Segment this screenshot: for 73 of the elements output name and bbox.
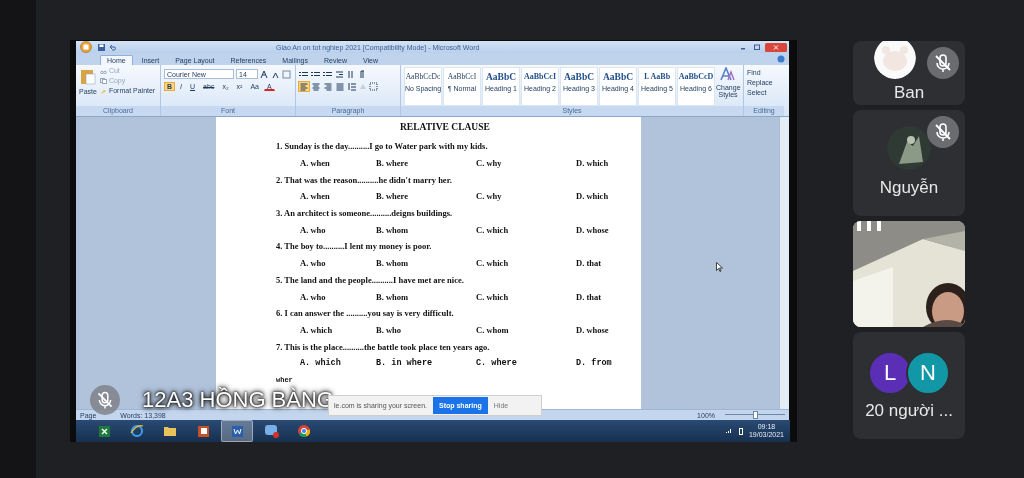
question-text: 1. Sunday is the day..........I go to Water park with my kids. bbox=[276, 140, 489, 154]
answer-option: B. where bbox=[376, 191, 476, 202]
answer-option: B. who bbox=[376, 324, 476, 335]
answer-option: D. that bbox=[576, 258, 636, 269]
list-icon[interactable] bbox=[299, 70, 309, 79]
mic-off-icon[interactable] bbox=[927, 47, 959, 79]
answer-option: B. where bbox=[376, 158, 476, 169]
answer-option: B. whom bbox=[376, 224, 476, 235]
answer-option: D. whose bbox=[576, 224, 636, 235]
answer-option: D. which bbox=[576, 158, 636, 169]
answer-option: A. who bbox=[300, 258, 376, 269]
participant-count: 20 người ... bbox=[865, 400, 953, 421]
avatar-icon bbox=[874, 41, 916, 79]
answer-option: C. whom bbox=[476, 324, 576, 335]
answer-option: A. who bbox=[300, 224, 376, 235]
presenter-name: 12A3 HỒNG BÀNG bbox=[142, 387, 334, 413]
grow-font-icon[interactable] bbox=[260, 69, 269, 79]
scrollbar[interactable] bbox=[779, 117, 789, 409]
save-icon[interactable] bbox=[98, 43, 105, 51]
answer-option: C. where bbox=[476, 358, 576, 369]
presentation-icon[interactable] bbox=[196, 424, 210, 438]
question-text: 4. The boy to..........I lent my money is poor. bbox=[276, 240, 433, 254]
answer-option: A. which bbox=[300, 324, 376, 335]
maximize-icon[interactable] bbox=[751, 42, 763, 52]
list-icon[interactable] bbox=[323, 70, 333, 79]
battery-icon[interactable] bbox=[738, 427, 743, 435]
answer-option: B. whom bbox=[376, 258, 476, 269]
answer-option: C. which bbox=[476, 291, 576, 302]
network-icon[interactable] bbox=[724, 428, 733, 434]
answer-option: A. when bbox=[300, 158, 376, 169]
question-text: 6. I can answer the ..........you say is very difficult. bbox=[276, 307, 455, 321]
borders-icon[interactable] bbox=[369, 82, 378, 91]
list-icon[interactable] bbox=[311, 70, 321, 79]
folder-icon[interactable] bbox=[163, 425, 177, 437]
question-text: 2. That was the reason..........he didn't marry her. bbox=[276, 173, 453, 187]
answer-option: B. in where bbox=[376, 358, 476, 369]
participant-tile[interactable]: L N 20 người ... bbox=[853, 332, 965, 439]
answer-option: A. who bbox=[300, 291, 376, 302]
answer-option: C. which bbox=[476, 224, 576, 235]
answer-option: D. which bbox=[576, 191, 636, 202]
answer-option: D. that bbox=[576, 291, 636, 302]
mic-off-icon[interactable] bbox=[927, 116, 959, 148]
change-styles-icon[interactable] bbox=[720, 67, 736, 81]
indent-icon[interactable] bbox=[335, 70, 344, 79]
avatar-initial: N bbox=[906, 350, 950, 395]
close-icon[interactable] bbox=[765, 42, 787, 52]
document-heading: RELATIVE CLAUSE bbox=[399, 122, 491, 134]
answer-option: C. which bbox=[476, 258, 576, 269]
line-spacing-icon[interactable] bbox=[347, 82, 356, 91]
question-text: 7. This is the place..........the battle took place ten years ago. bbox=[276, 340, 491, 354]
office-button-icon[interactable] bbox=[80, 41, 92, 53]
answer-option: B. whom bbox=[376, 291, 476, 302]
chrome-icon[interactable] bbox=[297, 424, 311, 438]
answer-option: A. when bbox=[300, 191, 376, 202]
help-icon[interactable] bbox=[777, 55, 785, 63]
spreadsheet-icon[interactable] bbox=[97, 424, 111, 438]
chat-icon[interactable] bbox=[263, 424, 279, 438]
participant-name: Nguyễn bbox=[879, 178, 939, 198]
participant-tile[interactable]: Nguyễn bbox=[853, 110, 965, 216]
document-icon[interactable] bbox=[230, 424, 244, 438]
answer-option: D. from bbox=[576, 358, 636, 369]
answer-option: C. why bbox=[476, 158, 576, 169]
question-text: 3. An architect is someone..........deigns buildings. bbox=[276, 207, 454, 221]
participant-name: Ban bbox=[893, 83, 925, 103]
participant-tile[interactable]: Ban bbox=[853, 41, 965, 105]
undo-icon[interactable] bbox=[109, 43, 116, 51]
answer-option: A. which bbox=[300, 358, 376, 369]
avatar-icon bbox=[887, 126, 931, 170]
question-text: 5. The land and the people..........I have met are nice. bbox=[276, 273, 465, 287]
browser-icon[interactable] bbox=[130, 424, 144, 438]
answer-option: C. why bbox=[476, 191, 576, 202]
answer-option: D. whose bbox=[576, 324, 636, 335]
cursor-icon bbox=[716, 262, 723, 272]
